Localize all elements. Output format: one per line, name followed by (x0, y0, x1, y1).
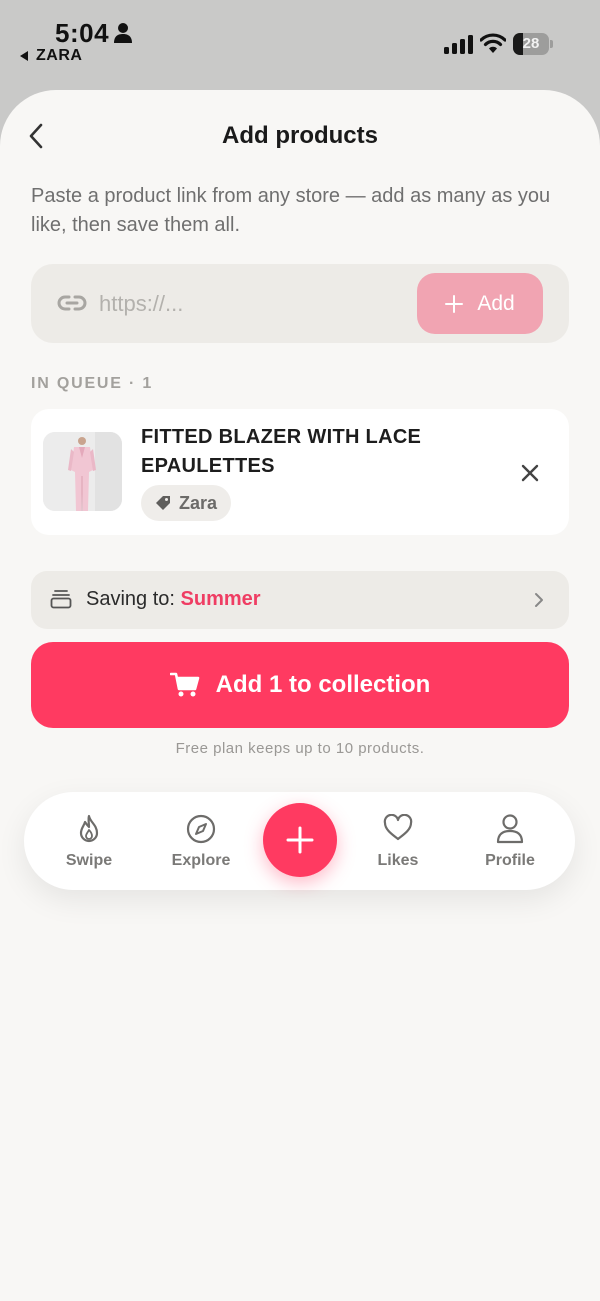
back-triangle-icon (20, 51, 28, 61)
link-icon (57, 295, 87, 311)
person-icon (496, 814, 524, 844)
add-products-sheet: Add products Paste a product link from a… (0, 90, 600, 1301)
remove-item-button[interactable] (515, 458, 545, 488)
back-to-app-link[interactable]: ZARA (18, 47, 82, 65)
tab-swipe[interactable]: Swipe (39, 814, 139, 874)
collection-selector[interactable]: Saving to: Summer (31, 571, 569, 629)
collection-prefix: Saving to: (86, 588, 175, 610)
tab-likes-label: Likes (377, 852, 419, 869)
add-url-button[interactable]: Add (417, 273, 543, 334)
battery-indicator: 28 (513, 33, 553, 55)
person-status-icon (114, 23, 132, 43)
store-label: Zara (179, 492, 218, 513)
back-app-label: ZARA (36, 47, 83, 64)
product-image (43, 432, 122, 511)
bottom-tab-bar: Swipe Explore Likes Profile (24, 792, 575, 890)
status-time: 5:04 (55, 18, 110, 48)
product-title: FITTED BLAZER WITH LACE EPAULETTES (141, 426, 422, 477)
close-icon (521, 464, 539, 482)
plus-icon (286, 826, 314, 854)
tab-profile-label: Profile (485, 852, 535, 869)
product-thumbnail (43, 432, 122, 511)
chevron-right-icon (535, 593, 543, 607)
flame-icon (79, 814, 99, 843)
battery-percentage: 28 (522, 35, 540, 52)
plus-icon (445, 294, 464, 313)
wifi-icon (480, 33, 506, 53)
collection-stack-icon (50, 590, 72, 609)
collection-name: Summer (180, 588, 261, 610)
tab-explore-label: Explore (171, 852, 231, 869)
tab-explore[interactable]: Explore (151, 814, 251, 874)
tab-swipe-label: Swipe (65, 852, 113, 869)
cellular-signal-icon (444, 35, 473, 54)
add-url-label: Add (477, 291, 515, 315)
add-to-collection-label: Add 1 to collection (215, 671, 431, 698)
status-bar: 5:04 ZARA 28 (0, 0, 600, 90)
tag-icon (156, 496, 170, 510)
plan-limit-note: Free plan keeps up to 10 products. (175, 740, 425, 757)
compass-icon (186, 814, 216, 844)
url-input[interactable] (99, 284, 399, 324)
add-to-collection-button[interactable]: Add 1 to collection (31, 642, 569, 728)
cart-icon (169, 672, 199, 697)
add-product-fab[interactable] (263, 803, 337, 877)
queue-item: FITTED BLAZER WITH LACE EPAULETTES Zara (31, 409, 569, 535)
url-input-bar: Add (31, 264, 569, 343)
heart-icon (383, 814, 413, 841)
queue-heading: IN QUEUE · 1 (31, 375, 154, 392)
page-title: Add products (222, 122, 378, 149)
collection-text: Saving to: Summer (86, 588, 261, 611)
store-chip: Zara (141, 485, 232, 521)
tab-likes[interactable]: Likes (348, 814, 448, 874)
tab-profile[interactable]: Profile (460, 814, 560, 874)
instructions-text: Paste a product link from any store — ad… (31, 185, 551, 236)
